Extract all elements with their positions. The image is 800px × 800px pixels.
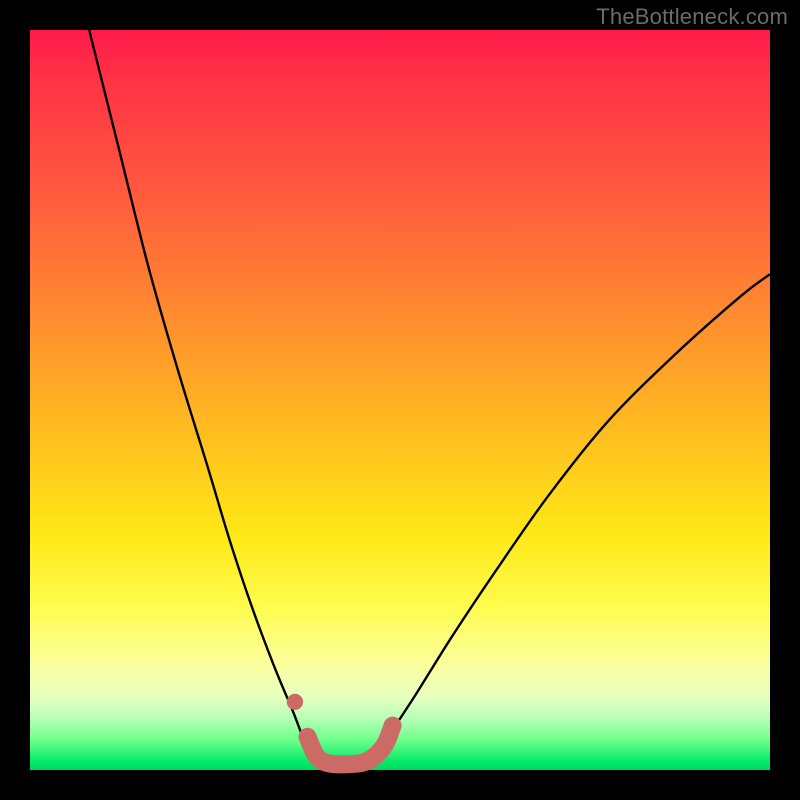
curve-layer (30, 30, 770, 770)
valley-marker-curve (308, 726, 393, 765)
right-branch-curve (363, 274, 770, 770)
left-marker-dot (287, 694, 303, 710)
watermark-text: TheBottleneck.com (596, 4, 788, 30)
plot-area (30, 30, 770, 770)
chart-frame: TheBottleneck.com (0, 0, 800, 800)
left-branch-curve (89, 30, 322, 770)
